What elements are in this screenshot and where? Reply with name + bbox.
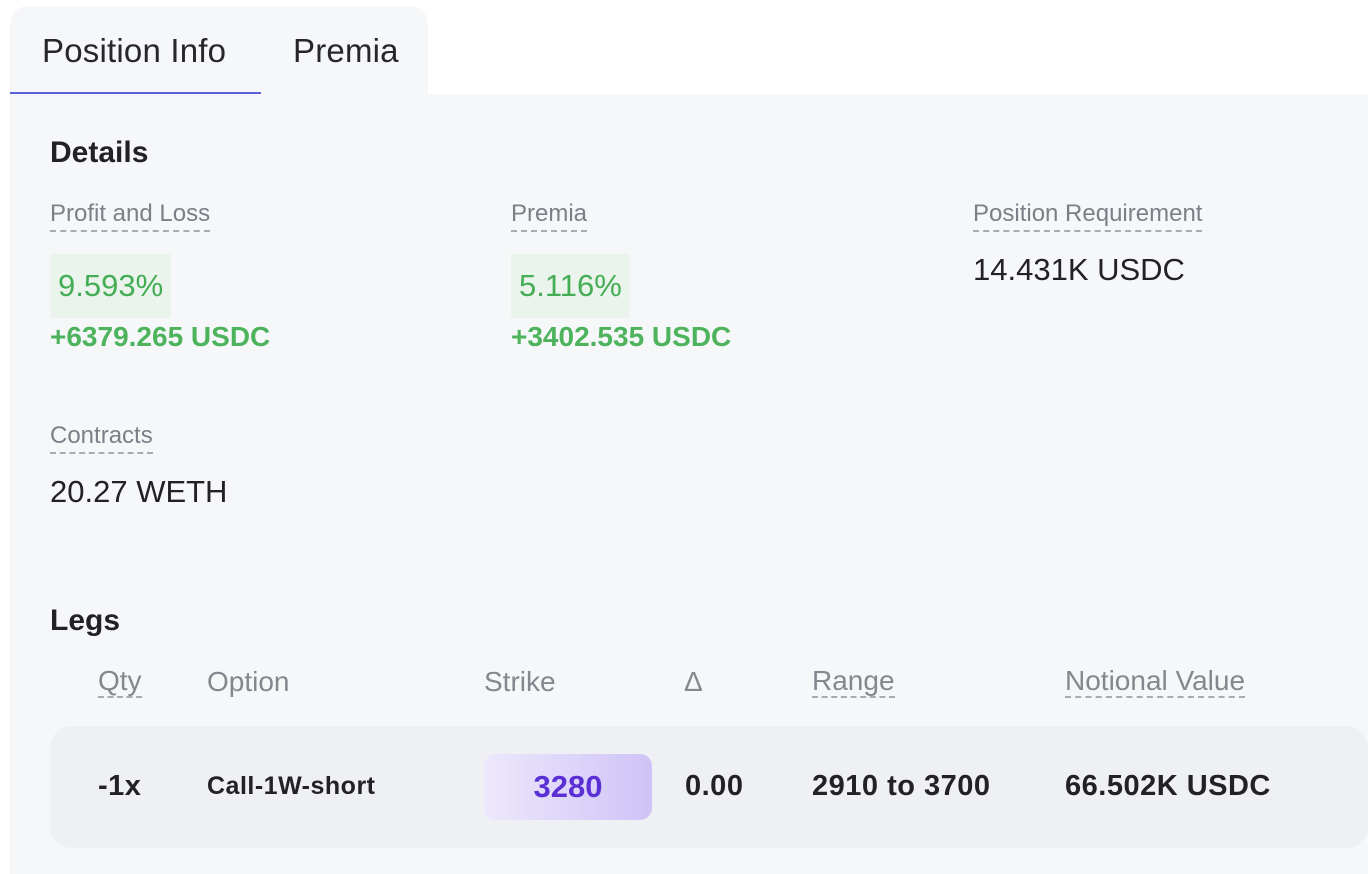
leg-qty: -1x: [98, 770, 142, 802]
tab-position-info[interactable]: Position Info: [42, 32, 226, 70]
tab-bar: Position Info Premia: [10, 6, 428, 96]
position-detail-view: Position Info Premia Details Profit and …: [0, 0, 1368, 874]
strike-badge[interactable]: 3280: [484, 754, 652, 820]
table-row: -1x Call-1W-short 3280 0.00 2910 to 3700…: [50, 726, 1368, 848]
column-header-option: Option: [207, 666, 290, 697]
tab-premia[interactable]: Premia: [293, 32, 399, 70]
details-heading: Details: [50, 136, 149, 169]
pnl-label[interactable]: Profit and Loss: [50, 200, 211, 232]
leg-option: Call-1W-short: [207, 772, 376, 800]
column-header-delta: Δ: [684, 666, 703, 697]
premia-label[interactable]: Premia: [511, 200, 588, 232]
pnl-percent: 9.593%: [50, 254, 172, 318]
contracts-label[interactable]: Contracts: [50, 422, 153, 454]
column-header-range[interactable]: Range: [812, 666, 895, 698]
contracts-value: 20.27 WETH: [50, 474, 228, 509]
premia-amount: +3402.535 USDC: [511, 321, 732, 352]
position-requirement-label[interactable]: Position Requirement: [973, 200, 1203, 232]
column-header-qty[interactable]: Qty: [98, 666, 142, 698]
column-header-notional-value[interactable]: Notional Value: [1065, 666, 1246, 698]
position-requirement-value: 14.431K USDC: [973, 252, 1185, 287]
leg-delta: 0.00: [685, 770, 744, 802]
leg-range: 2910 to 3700: [812, 770, 991, 802]
legs-heading: Legs: [50, 604, 121, 637]
column-header-strike: Strike: [484, 666, 556, 697]
pnl-amount: +6379.265 USDC: [50, 321, 271, 352]
premia-percent: 5.116%: [511, 254, 630, 318]
leg-notional-value: 66.502K USDC: [1065, 770, 1271, 802]
position-info-panel: Details Profit and Loss 9.593% +6379.265…: [10, 94, 1368, 874]
